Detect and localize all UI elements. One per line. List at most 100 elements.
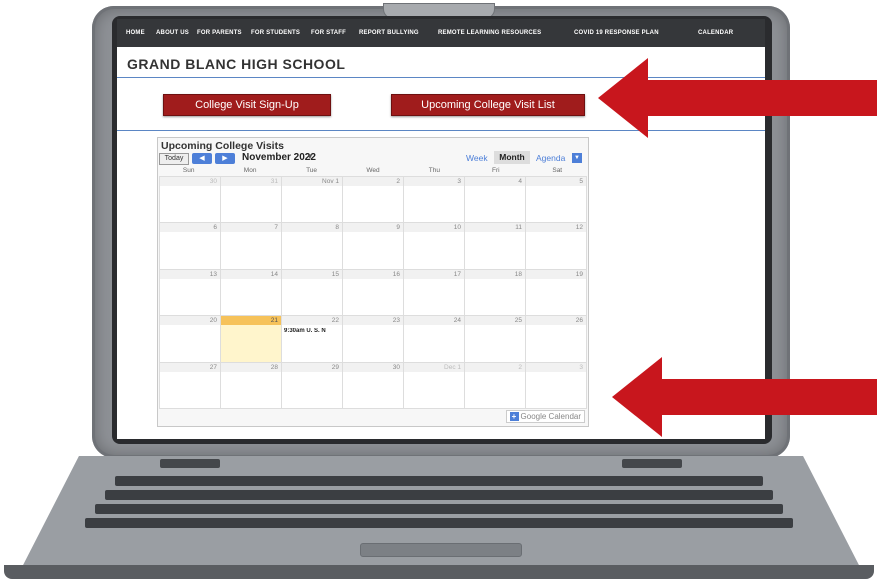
chevron-down-icon[interactable]: ▼	[306, 152, 314, 161]
calendar-day-cell[interactable]: 10	[404, 223, 464, 269]
red-arrow-icon	[612, 357, 877, 437]
view-month-tab[interactable]: Month	[494, 151, 530, 164]
dow-label: Tue	[306, 167, 318, 174]
top-nav: HOME ABOUT US FOR PARENTS FOR STUDENTS F…	[117, 19, 765, 47]
month-label[interactable]: November 2022	[242, 152, 316, 163]
day-number: 26	[526, 316, 586, 326]
day-number: 2	[465, 362, 525, 372]
calendar-day-cell[interactable]: 31	[221, 177, 281, 223]
calendar-day-cell[interactable]: 4	[465, 177, 525, 223]
day-number: 16	[343, 269, 403, 279]
calendar-day-cell[interactable]: 25	[465, 316, 525, 362]
day-number: 23	[343, 316, 403, 326]
google-calendar-badge[interactable]: + Google Calendar	[505, 410, 585, 423]
calendar-day-cell[interactable]: 23	[343, 316, 403, 362]
touchpad	[360, 543, 522, 557]
day-number: 30	[160, 177, 220, 186]
day-number: 12	[526, 223, 586, 233]
nav-for-students[interactable]: FOR STUDENTS	[251, 30, 300, 36]
dow-label: Wed	[366, 167, 380, 174]
day-number: 28	[221, 362, 281, 372]
today-button[interactable]: Today	[159, 153, 189, 165]
key-row	[85, 518, 793, 528]
day-number: 14	[221, 269, 281, 279]
day-number: 31	[221, 177, 281, 186]
calendar-day-cell[interactable]: 19	[526, 269, 586, 316]
calendar-day-cell[interactable]: 22 9:30am U. S. N	[282, 316, 342, 362]
day-number: 17	[404, 269, 464, 279]
calendar-day-cell[interactable]: 3	[526, 362, 586, 408]
chevron-down-icon[interactable]: ▼	[572, 153, 582, 163]
calendar-day-cell[interactable]: 2	[343, 177, 403, 223]
calendar-day-cell[interactable]: 14	[221, 269, 281, 316]
calendar-day-cell[interactable]: 9	[343, 223, 403, 269]
calendar-event[interactable]: 9:30am U. S. N	[284, 328, 340, 334]
calendar-day-cell[interactable]: 5	[526, 177, 586, 223]
nav-covid-plan[interactable]: COVID 19 RESPONSE PLAN	[574, 30, 659, 36]
nav-for-staff[interactable]: FOR STAFF	[311, 30, 346, 36]
calendar-day-cell[interactable]: 18	[465, 269, 525, 316]
view-agenda-tab[interactable]: Agenda	[536, 153, 565, 163]
calendar-day-cell[interactable]: 13	[160, 269, 220, 316]
calendar-day-cell[interactable]: 30	[343, 362, 403, 408]
calendar-day-cell[interactable]: 21	[221, 316, 281, 362]
day-number: 6	[160, 223, 220, 233]
day-number: 19	[526, 269, 586, 279]
day-number: 2	[343, 177, 403, 186]
day-number: 3	[404, 177, 464, 186]
calendar-day-cell[interactable]: Dec 1	[404, 362, 464, 408]
red-arrow-icon	[598, 58, 877, 138]
chevron-left-icon[interactable]: ◀	[192, 153, 212, 164]
calendar-day-cell[interactable]: 27	[160, 362, 220, 408]
keyboard	[85, 476, 793, 536]
day-of-week-header: Sun Mon Tue Wed Thu Fri Sat	[158, 167, 588, 176]
dow-label: Sun	[182, 167, 195, 174]
day-number: 18	[465, 269, 525, 279]
calendar-day-cell[interactable]: 6	[160, 223, 220, 269]
google-calendar-label: Google Calendar	[520, 412, 581, 421]
nav-remote-learning[interactable]: REMOTE LEARNING RESOURCES	[438, 30, 541, 36]
calendar-day-cell[interactable]: 15	[282, 269, 342, 316]
day-number: 11	[465, 223, 525, 233]
calendar-day-cell[interactable]: 2	[465, 362, 525, 408]
day-number: 24	[404, 316, 464, 326]
calendar-day-cell[interactable]: 17	[404, 269, 464, 316]
day-number: 4	[465, 177, 525, 186]
day-number: 20	[160, 316, 220, 326]
day-number: 27	[160, 362, 220, 372]
calendar-day-cell[interactable]: 16	[343, 269, 403, 316]
day-number: 29	[282, 362, 342, 372]
day-number: 5	[526, 177, 586, 186]
day-number: 22	[282, 316, 342, 326]
calendar-day-cell[interactable]: 20	[160, 316, 220, 362]
nav-home[interactable]: HOME	[126, 30, 145, 36]
calendar-day-cell[interactable]: 29	[282, 362, 342, 408]
nav-calendar[interactable]: CALENDAR	[698, 30, 733, 36]
hinge-left	[160, 459, 220, 468]
calendar-day-cell[interactable]: 28	[221, 362, 281, 408]
upcoming-college-visit-list-button[interactable]: Upcoming College Visit List	[391, 94, 585, 116]
college-visit-signup-button[interactable]: College Visit Sign-Up	[163, 94, 331, 116]
calendar-day-cell[interactable]: 30	[160, 177, 220, 223]
nav-for-parents[interactable]: FOR PARENTS	[197, 30, 242, 36]
calendar-day-cell[interactable]: 26	[526, 316, 586, 362]
calendar-day-cell[interactable]: 11	[465, 223, 525, 269]
calendar-day-cell[interactable]: 7	[221, 223, 281, 269]
day-number: Nov 1	[282, 177, 342, 186]
calendar-day-cell[interactable]: 8	[282, 223, 342, 269]
day-number: 30	[343, 362, 403, 372]
calendar-day-cell[interactable]: 12	[526, 223, 586, 269]
dow-label: Fri	[492, 167, 500, 174]
chevron-right-icon[interactable]: ▶	[215, 153, 235, 164]
laptop-base-front	[4, 565, 874, 579]
view-week-tab[interactable]: Week	[466, 153, 488, 163]
day-number: 10	[404, 223, 464, 233]
calendar-day-cell[interactable]: 24	[404, 316, 464, 362]
calendar-day-cell[interactable]: 3	[404, 177, 464, 223]
calendar-day-cell[interactable]: Nov 1	[282, 177, 342, 223]
calendar-widget: Upcoming College Visits Today ◀ ▶ Novemb…	[157, 137, 589, 427]
school-title: GRAND BLANC HIGH SCHOOL	[127, 56, 346, 72]
nav-report-bullying[interactable]: REPORT BULLYING	[359, 30, 419, 36]
nav-about-us[interactable]: ABOUT US	[156, 30, 189, 36]
calendar-grid: 30 31 Nov 1 2 3 4 5 6 7 8 9 10 11 12 13 14 15 16 17 18 19 20 2…	[159, 176, 587, 409]
